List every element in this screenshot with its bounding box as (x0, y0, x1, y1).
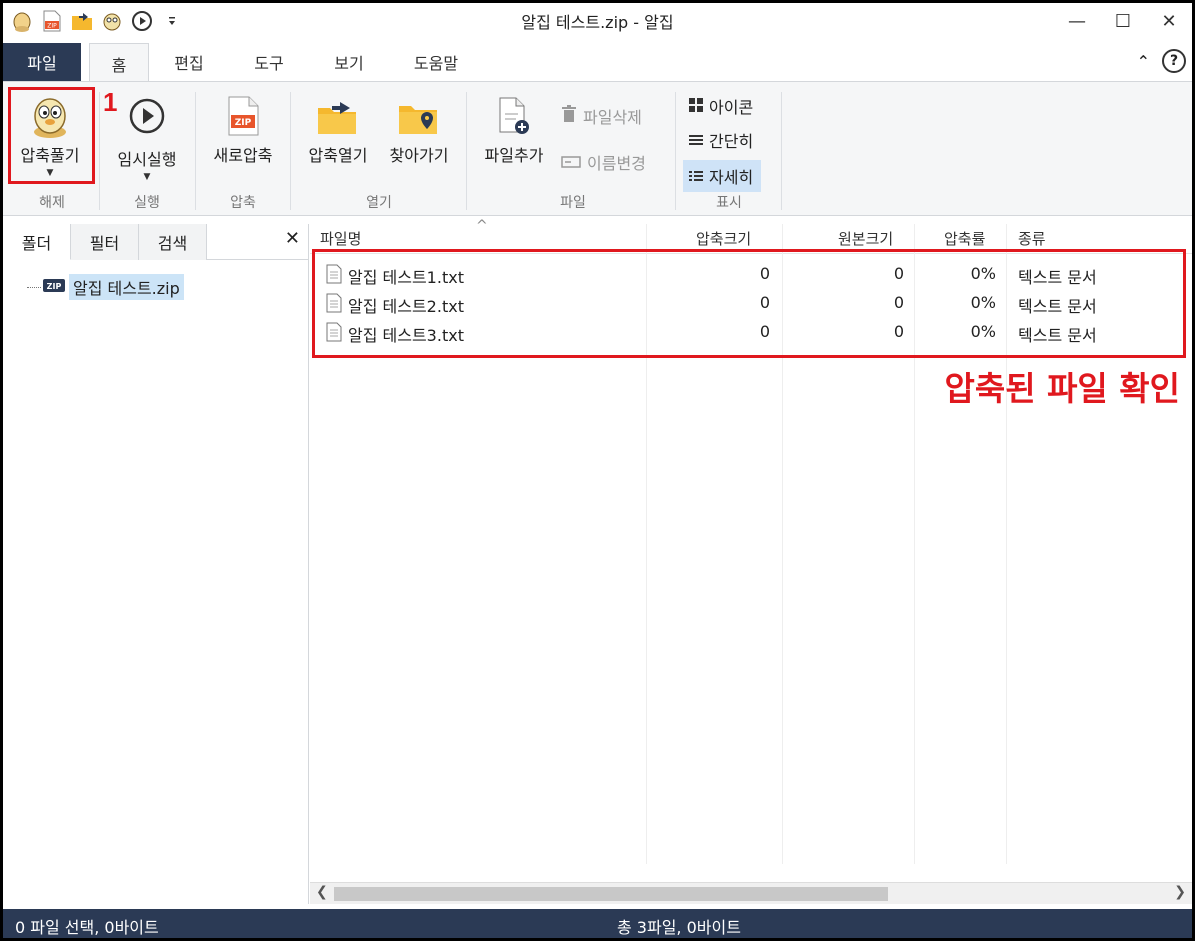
zip-file-icon: ZIP (226, 90, 260, 142)
annotation-note: 압축된 파일 확인 (944, 369, 1181, 408)
tree-connector (27, 286, 41, 288)
trash-icon (561, 105, 577, 127)
tree-item-archive[interactable]: ZIP 알집 테스트.zip (27, 274, 184, 300)
play-circle-icon (127, 90, 167, 142)
svg-text:ZIP: ZIP (47, 282, 62, 291)
ribbon-tab-bar: 파일 홈 편집 도구 보기 도움말 ⌃ ? (3, 43, 1192, 83)
view-simple-button[interactable]: 간단히 (689, 126, 753, 154)
group-label-run: 실행 (134, 195, 160, 211)
col-header-name[interactable]: 파일명 (320, 228, 361, 249)
folder-location-icon (397, 90, 441, 142)
view-detail-label: 자세히 (709, 168, 754, 187)
app-window: ZIP 알집 테스트.zip - 알집 — ☐ ✕ 파일 홈 편집 도구 보기 … (3, 3, 1192, 938)
add-file-icon (496, 90, 532, 142)
add-file-label: 파일추가 (484, 146, 544, 165)
add-file-button[interactable]: 파일추가 (475, 90, 553, 166)
tab-filter[interactable]: 필터 (71, 224, 139, 260)
group-label-compress: 압축 (230, 195, 256, 211)
group-label-view: 표시 (716, 195, 742, 211)
run-label: 임시실행 (117, 150, 177, 169)
rename-icon (561, 153, 581, 172)
tree-item-label: 알집 테스트.zip (69, 274, 184, 300)
tab-home[interactable]: 홈 (89, 43, 149, 83)
tab-folder[interactable]: 폴더 (3, 224, 71, 260)
goto-button[interactable]: 찾아가기 (379, 90, 459, 166)
view-icons-button[interactable]: 아이콘 (689, 92, 753, 120)
annotation-box-extract (8, 87, 95, 184)
close-button[interactable]: ✕ (1146, 3, 1192, 39)
ribbon-separator (466, 92, 467, 210)
rename-button[interactable]: 이름변경 (561, 148, 646, 176)
view-icons-label: 아이콘 (709, 98, 754, 117)
tab-edit[interactable]: 편집 (161, 43, 217, 81)
title-bar: ZIP 알집 테스트.zip - 알집 — ☐ ✕ (3, 3, 1192, 39)
ribbon-separator (99, 92, 100, 210)
rename-label: 이름변경 (587, 154, 646, 173)
open-folder-arrow-icon (316, 90, 360, 142)
ribbon-separator (290, 92, 291, 210)
panel-close-icon[interactable]: ✕ (285, 228, 300, 249)
run-button[interactable]: 임시실행 ▼ (107, 90, 187, 182)
run-caret-icon[interactable]: ▼ (144, 172, 151, 182)
scroll-right-icon[interactable]: ❯ (1174, 884, 1186, 900)
col-header-ratio[interactable]: 압축률 (944, 228, 985, 249)
delete-file-button[interactable]: 파일삭제 (561, 102, 642, 130)
new-zip-label: 새로압축 (213, 146, 273, 165)
tab-tools[interactable]: 도구 (239, 43, 299, 81)
collapse-ribbon-icon[interactable]: ⌃ (1137, 52, 1150, 71)
col-header-type[interactable]: 종류 (1018, 228, 1046, 249)
status-total: 총 3파일, 0바이트 (617, 918, 741, 937)
col-header-compressed[interactable]: 압축크기 (696, 228, 751, 249)
col-header-original[interactable]: 원본크기 (838, 228, 893, 249)
window-controls: — ☐ ✕ (1054, 3, 1192, 39)
tab-search[interactable]: 검색 (139, 224, 207, 260)
sort-indicator-icon: ^ (476, 218, 488, 234)
ribbon-separator (195, 92, 196, 210)
grid-icon (689, 97, 703, 116)
open-zip-label: 압축열기 (308, 146, 368, 165)
zip-icon: ZIP (43, 276, 65, 298)
tab-view[interactable]: 보기 (321, 43, 377, 81)
ribbon-separator (781, 92, 782, 210)
help-icon[interactable]: ? (1162, 49, 1186, 73)
status-bar: 0 파일 선택, 0바이트 총 3파일, 0바이트 (3, 909, 1192, 938)
delete-file-label: 파일삭제 (583, 108, 642, 127)
file-list-panel: ^ 파일명 압축크기 원본크기 압축률 종류 알집 테스트1.txt 0 0 0… (310, 218, 1192, 904)
scrollbar-thumb[interactable] (334, 887, 888, 901)
tab-file[interactable]: 파일 (3, 43, 81, 81)
ribbon-separator (675, 92, 676, 210)
ribbon: 압축풀기 ▼ 해제 1 임시실행 ▼ 실행 ZIP 새로압축 압축 압축열기 찾… (3, 81, 1192, 216)
view-simple-label: 간단히 (709, 132, 754, 151)
scroll-left-icon[interactable]: ❮ (316, 884, 328, 900)
window-title: 알집 테스트.zip - 알집 (521, 13, 674, 32)
detail-list-icon (689, 167, 703, 186)
panel-tabs: 폴더 필터 검색 ✕ (3, 224, 308, 260)
group-label-file: 파일 (560, 195, 586, 211)
folder-panel: 폴더 필터 검색 ✕ ZIP 알집 테스트.zip (3, 224, 309, 904)
open-zip-button[interactable]: 압축열기 (299, 90, 377, 166)
group-label-open: 열기 (366, 195, 392, 211)
tab-help[interactable]: 도움말 (399, 43, 473, 81)
svg-text:ZIP: ZIP (235, 118, 252, 128)
annotation-box-files (312, 249, 1186, 358)
maximize-button[interactable]: ☐ (1100, 3, 1146, 39)
list-icon (689, 131, 703, 150)
view-detail-button[interactable]: 자세히 (683, 160, 762, 192)
goto-label: 찾아가기 (389, 146, 449, 165)
status-selection: 0 파일 선택, 0바이트 (15, 918, 159, 937)
horizontal-scrollbar[interactable]: ❮ ❯ (310, 882, 1192, 904)
group-label-extract: 해제 (39, 195, 65, 211)
new-zip-button[interactable]: ZIP 새로압축 (203, 90, 283, 166)
minimize-button[interactable]: — (1054, 3, 1100, 39)
